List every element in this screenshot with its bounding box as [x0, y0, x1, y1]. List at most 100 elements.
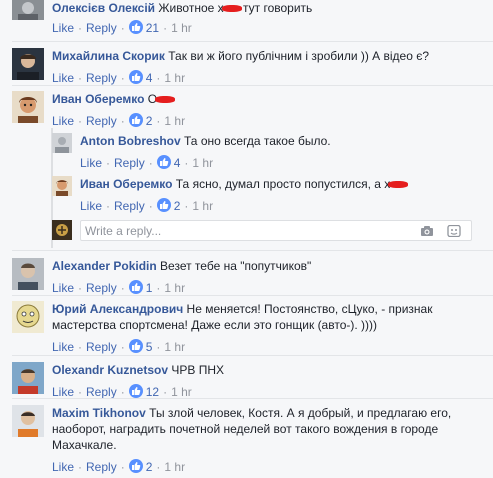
divider: [12, 85, 493, 86]
reply-link[interactable]: Reply: [86, 460, 117, 474]
thumbs-up-icon: [128, 339, 143, 353]
divider: [12, 250, 493, 251]
thumbs-up-icon: [156, 198, 171, 212]
reply-link[interactable]: Reply: [114, 199, 145, 213]
comment-time[interactable]: 1 hr: [192, 199, 213, 213]
like-link[interactable]: Like: [52, 281, 74, 295]
likes-count[interactable]: 21: [128, 20, 159, 35]
like-link[interactable]: Like: [80, 199, 102, 213]
likes-count[interactable]: 1: [128, 280, 152, 295]
comment-author[interactable]: Olexandr Kuznetsov: [52, 363, 168, 377]
likes-count[interactable]: 5: [128, 339, 152, 354]
likes-count[interactable]: 2: [128, 459, 152, 474]
comment-actions: Like · Reply · 2 · 1 hr: [80, 198, 214, 213]
comment-content: Иван Оберемко Та ясно, думал просто попу…: [80, 176, 483, 192]
comment-text: Так ви ж його публічним і зробили )) А в…: [168, 49, 430, 63]
comment-content: Михайлина Скорик Так ви ж його публічним…: [52, 48, 483, 64]
censor-mark: [388, 181, 409, 189]
avatar[interactable]: [12, 362, 44, 394]
thumbs-up-icon: [128, 70, 143, 84]
likes-count[interactable]: 4: [156, 155, 180, 170]
comment-author[interactable]: Михайлина Скорик: [52, 49, 165, 63]
avatar[interactable]: [52, 133, 72, 153]
comment-content: Alexander Pokidin Везет тебе на "попутчи…: [52, 258, 483, 274]
censor-mark: [155, 96, 176, 104]
comment-time[interactable]: 1 hr: [164, 340, 185, 354]
comment-time[interactable]: 1 hr: [192, 156, 213, 170]
comment-author[interactable]: Юрий Александрович: [52, 302, 183, 316]
comment-actions: Like · Reply · 4 · 1 hr: [52, 70, 186, 85]
comment-time[interactable]: 1 hr: [171, 385, 192, 399]
reply-link[interactable]: Reply: [86, 340, 117, 354]
comment-author[interactable]: Anton Bobreshov: [80, 134, 181, 148]
comment-time[interactable]: 1 hr: [164, 281, 185, 295]
thumbs-up-icon: [128, 384, 143, 398]
thumbs-up-icon: [156, 155, 171, 169]
reply-link[interactable]: Reply: [86, 21, 117, 35]
avatar[interactable]: [12, 48, 44, 80]
likes-count[interactable]: 12: [128, 384, 159, 399]
comment-actions: Like · Reply · 1 · 1 hr: [52, 280, 186, 295]
comment-content: Anton Bobreshov Та оно всегда такое было…: [80, 133, 483, 149]
comment-content: Олексієв Олексій Животное х тут говорить: [52, 0, 483, 16]
avatar[interactable]: [12, 258, 44, 290]
divider: [12, 295, 493, 296]
comment-content: Юрий Александрович Не меняется! Постоянс…: [52, 301, 483, 333]
comment-author[interactable]: Maxim Tikhonov: [52, 406, 146, 420]
thumbs-up-icon: [128, 280, 143, 294]
comment-actions: Like · Reply · 4 · 1 hr: [80, 155, 214, 170]
like-link[interactable]: Like: [52, 114, 74, 128]
comment-actions: Like · Reply · 2 · 1 hr: [52, 459, 186, 474]
reply-link[interactable]: Reply: [86, 114, 117, 128]
divider: [12, 355, 493, 356]
comment-actions: Like · Reply · 5 · 1 hr: [52, 339, 186, 354]
comment-content: Maxim Tikhonov Ты злой человек, Костя. А…: [52, 405, 483, 453]
reply-link[interactable]: Reply: [114, 156, 145, 170]
comment-content: Olexandr Kuznetsov ЧРВ ПНХ: [52, 362, 483, 378]
comment-actions: Like · Reply · 2 · 1 hr: [52, 113, 186, 128]
comment-author[interactable]: Иван Оберемко: [80, 177, 172, 191]
like-link[interactable]: Like: [80, 156, 102, 170]
like-link[interactable]: Like: [52, 21, 74, 35]
divider: [12, 398, 493, 399]
comment-time[interactable]: 1 hr: [164, 71, 185, 85]
comment-actions: Like · Reply · 12 · 1 hr: [52, 384, 192, 399]
comment-actions: Like · Reply · 21 · 1 hr: [52, 20, 192, 35]
reply-box[interactable]: [80, 220, 472, 241]
avatar[interactable]: [12, 405, 44, 437]
comment-author[interactable]: Иван Оберемко: [52, 92, 144, 106]
avatar[interactable]: [12, 0, 44, 20]
comment-text: Та ясно, думал просто попустился, а х: [176, 177, 409, 191]
like-link[interactable]: Like: [52, 460, 74, 474]
like-link[interactable]: Like: [52, 340, 74, 354]
camera-icon[interactable]: [420, 225, 434, 237]
current-user-avatar: [52, 220, 72, 240]
reply-link[interactable]: Reply: [86, 385, 117, 399]
comment-text: ЧРВ ПНХ: [171, 363, 225, 377]
thumbs-up-icon: [128, 459, 143, 473]
comment-text: Та оно всегда такое было.: [184, 134, 331, 148]
reply-input[interactable]: [85, 223, 405, 239]
avatar[interactable]: [52, 176, 72, 196]
comment-author[interactable]: Alexander Pokidin: [52, 259, 157, 273]
comment-text: Животное х тут говорить: [158, 1, 313, 15]
likes-count[interactable]: 4: [128, 70, 152, 85]
thumbs-up-icon: [128, 113, 143, 127]
divider: [12, 41, 493, 42]
like-link[interactable]: Like: [52, 71, 74, 85]
comment-author[interactable]: Олексієв Олексій: [52, 1, 155, 15]
comment-time[interactable]: 1 hr: [164, 114, 185, 128]
comment-time[interactable]: 1 hr: [171, 21, 192, 35]
likes-count[interactable]: 2: [128, 113, 152, 128]
reply-link[interactable]: Reply: [86, 71, 117, 85]
comment-text: Везет тебе на "попутчиков": [160, 259, 312, 273]
reply-link[interactable]: Reply: [86, 281, 117, 295]
avatar[interactable]: [12, 301, 44, 333]
avatar[interactable]: [12, 91, 44, 123]
sticker-icon[interactable]: [447, 225, 461, 237]
comment-text: О: [148, 92, 176, 106]
likes-count[interactable]: 2: [156, 198, 180, 213]
like-link[interactable]: Like: [52, 385, 74, 399]
comment-time[interactable]: 1 hr: [164, 460, 185, 474]
comment-content: Иван Оберемко О: [52, 91, 483, 107]
